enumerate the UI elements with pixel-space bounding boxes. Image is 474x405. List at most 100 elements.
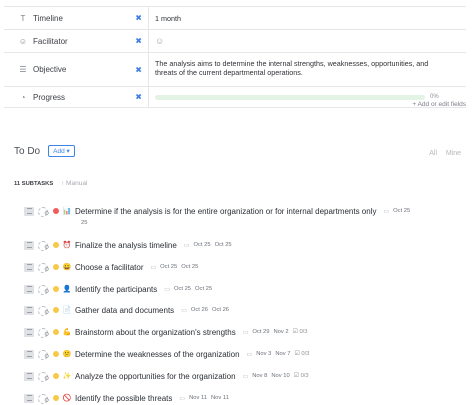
drag-handle-icon[interactable] [24, 262, 34, 272]
task-row[interactable]: ⚙ 🚫 Identify the possible threats ▭ Nov 11 No… [24, 391, 233, 405]
calendar-icon[interactable]: ▭ [181, 307, 187, 314]
calendar-icon[interactable]: ▭ [383, 208, 389, 215]
task-name[interactable]: Identify the participants [75, 285, 157, 294]
filter-mine-tab[interactable]: Mine [446, 150, 461, 157]
task-due-date[interactable]: Oct 25 [181, 264, 198, 270]
status-dot[interactable] [53, 329, 59, 335]
field-value-objective[interactable]: The analysis aims to determine the inter… [149, 53, 466, 86]
task-due-date[interactable]: Nov 10 [271, 373, 289, 379]
checklist-count-text: 0/3 [299, 329, 308, 335]
status-dot[interactable] [53, 242, 59, 248]
assignee-placeholder-icon[interactable]: ⚙ [38, 305, 51, 316]
task-name[interactable]: Identify the possible threats [75, 394, 172, 403]
assignee-placeholder-icon[interactable]: ⚙ [38, 393, 51, 404]
drag-handle-icon[interactable] [24, 349, 34, 359]
task-name[interactable]: Gather data and documents [75, 306, 174, 315]
field-label-cell: ◔ Progress ✖︎ [4, 87, 149, 107]
task-row[interactable]: ⚙ 💪 Brainstorm about the organization's st… [24, 325, 308, 339]
task-emoji-icon: ⏰ [62, 242, 72, 249]
task-start-date[interactable]: Oct 25 [174, 286, 191, 292]
calendar-icon[interactable]: ▭ [184, 242, 190, 249]
task-name[interactable]: Determine if the analysis is for the ent… [75, 207, 376, 216]
task-row[interactable]: ⚙ 😀 Choose a facilitator ▭ Oct 25 Oct 25 [24, 260, 202, 274]
drag-handle-icon[interactable] [24, 206, 34, 216]
subtasks-count: 11 SUBTASKS [14, 181, 54, 187]
drag-handle-icon[interactable] [24, 305, 34, 315]
task-name[interactable]: Choose a facilitator [75, 263, 143, 272]
task-due-date[interactable]: Oct 25 [215, 242, 232, 248]
task-due-date[interactable]: Nov 7 [275, 351, 290, 357]
task-start-date[interactable]: Nov 3 [256, 351, 271, 357]
assignee-placeholder-icon[interactable]: ⚙ [38, 327, 51, 338]
task-row[interactable]: ⚙ 😕 Determine the weaknesses of the organi… [24, 347, 309, 361]
field-row-progress: ◔ Progress ✖︎ 0% [4, 87, 466, 108]
task-emoji-icon: 👤 [62, 286, 72, 293]
status-dot[interactable] [53, 395, 59, 401]
person-field-icon: ☺ [18, 36, 28, 46]
task-row[interactable]: ⚙ ⏰ Finalize the analysis timeline ▭ Oct 25 O… [24, 238, 236, 252]
assignee-placeholder-icon[interactable]: ⚙ [38, 371, 51, 382]
assignee-placeholder-icon[interactable]: ⚙ [38, 206, 51, 217]
task-start-date[interactable]: Oct 25 [194, 242, 211, 248]
checklist-count[interactable]: ☑ 0/3 [293, 329, 308, 335]
calendar-icon[interactable]: ▭ [243, 373, 249, 380]
field-row-timeline: T Timeline ✖︎ 1 month [4, 7, 466, 30]
calendar-icon[interactable]: ▭ [247, 351, 253, 358]
status-dot[interactable] [53, 208, 59, 214]
drag-handle-icon[interactable] [24, 393, 34, 403]
filter-all-tab[interactable]: All [429, 150, 437, 157]
status-dot[interactable] [53, 264, 59, 270]
sort-manual-toggle[interactable]: ↑ Manual [61, 180, 87, 187]
task-due-date[interactable]: Oct 26 [212, 307, 229, 313]
task-start-date[interactable]: Nov 8 [252, 373, 267, 379]
status-dot[interactable] [53, 286, 59, 292]
task-start-date[interactable]: Oct 26 [191, 307, 208, 313]
drag-handle-icon[interactable] [24, 371, 34, 381]
task-emoji-icon: ✨ [62, 373, 72, 380]
field-label-objective: Objective [33, 65, 67, 74]
drag-handle-icon[interactable] [24, 284, 34, 294]
task-due-date[interactable]: Nov 11 [211, 395, 229, 401]
task-due-date[interactable]: Nov 2 [273, 329, 288, 335]
assignee-placeholder-icon[interactable]: ⚙ [38, 349, 51, 360]
add-edit-fields-link[interactable]: + Add or edit fields [412, 101, 466, 108]
checklist-count-text: 0/3 [301, 351, 310, 357]
assignee-placeholder-icon[interactable]: ⚙ [38, 240, 51, 251]
task-row[interactable]: ⚙ 📊 Determine if the analysis is for the e… [24, 204, 414, 218]
add-assignee-icon[interactable]: ☺ [155, 36, 164, 46]
field-value-timeline[interactable]: 1 month [149, 7, 466, 29]
status-dot[interactable] [53, 307, 59, 313]
checklist-count[interactable]: ☑ 0/3 [295, 351, 310, 357]
calendar-icon[interactable]: ▭ [164, 286, 170, 293]
task-start-date[interactable]: Oct 29 [252, 329, 269, 335]
task-row[interactable]: ⚙ 📄 Gather data and documents ▭ Oct 26 Oct 26 [24, 303, 233, 317]
field-label-cell: ☰ Objective ✖︎ [4, 53, 149, 86]
task-row[interactable]: ⚙ 👤 Identify the participants ▭ Oct 25 Oct 25 [24, 282, 216, 296]
pin-icon[interactable]: ✖︎ [135, 14, 142, 23]
pin-icon[interactable]: ✖︎ [135, 93, 142, 102]
add-task-button[interactable]: Add ▾ [48, 145, 75, 157]
drag-handle-icon[interactable] [24, 327, 34, 337]
task-name[interactable]: Brainstorm about the organization's stre… [75, 328, 236, 337]
task-row[interactable]: ⚙ ✨ Analyze the opportunities for the orga… [24, 369, 309, 383]
checklist-count[interactable]: ☑ 0/3 [294, 373, 309, 379]
field-value-facilitator[interactable]: ☺ [149, 30, 466, 52]
task-start-date[interactable]: Nov 11 [189, 395, 207, 401]
pin-icon[interactable]: ✖︎ [135, 65, 142, 74]
task-name[interactable]: Finalize the analysis timeline [75, 241, 177, 250]
task-start-date[interactable]: Oct 25 [160, 264, 177, 270]
status-dot[interactable] [53, 351, 59, 357]
drag-handle-icon[interactable] [24, 240, 34, 250]
task-emoji-icon: 📊 [62, 208, 72, 215]
assignee-placeholder-icon[interactable]: ⚙ [38, 284, 51, 295]
assignee-placeholder-icon[interactable]: ⚙ [38, 262, 51, 273]
task-name[interactable]: Analyze the opportunities for the organi… [75, 372, 236, 381]
task-name[interactable]: Determine the weaknesses of the organiza… [75, 350, 240, 359]
calendar-icon[interactable]: ▭ [150, 264, 156, 271]
task-due-date[interactable]: Oct 25 [195, 286, 212, 292]
status-dot[interactable] [53, 373, 59, 379]
pin-icon[interactable]: ✖︎ [135, 37, 142, 46]
calendar-icon[interactable]: ▭ [243, 329, 249, 336]
task-due-date[interactable]: Oct 25 [393, 208, 410, 214]
calendar-icon[interactable]: ▭ [179, 395, 185, 402]
